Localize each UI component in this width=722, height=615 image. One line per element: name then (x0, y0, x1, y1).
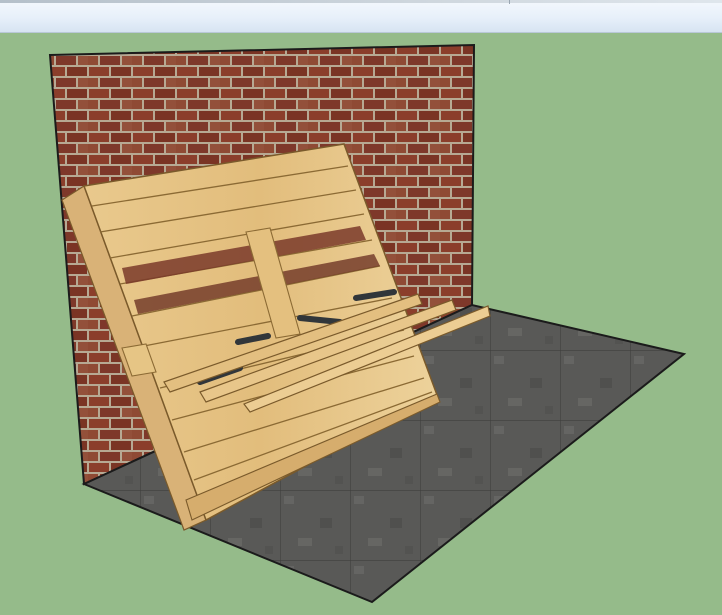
scene-canvas[interactable] (0, 33, 722, 615)
modeling-app-window (0, 0, 722, 615)
toolbar-strip (0, 0, 722, 33)
3d-viewport[interactable] (0, 33, 722, 615)
toolbar-top-edge (0, 0, 722, 3)
toolbar-divider (509, 0, 510, 4)
